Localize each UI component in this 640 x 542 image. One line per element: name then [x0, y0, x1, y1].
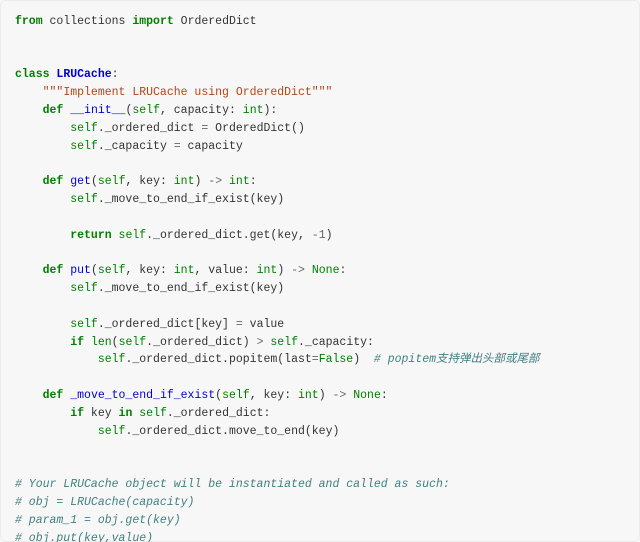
self: self [98, 353, 126, 366]
class-name: LRUCache [56, 68, 111, 81]
kw-def: def [43, 104, 64, 117]
kw-if: if [70, 336, 84, 349]
fn-get: get [70, 175, 91, 188]
bi-len: len [91, 336, 112, 349]
num: 1 [319, 229, 326, 242]
line: def _move_to_end_if_exist(self, key: int… [15, 389, 388, 402]
self: self [119, 336, 147, 349]
kw-def: def [43, 175, 64, 188]
type-int: int [174, 175, 195, 188]
line: from collections import OrderedDict [15, 15, 257, 28]
kw-def: def [43, 389, 64, 402]
line: # param_1 = obj.get(key) [15, 514, 181, 527]
comment: # param_1 = obj.get(key) [15, 514, 181, 527]
self: self [132, 104, 160, 117]
line: def __init__(self, capacity: int): [15, 104, 277, 117]
line: if key in self._ordered_dict: [15, 407, 270, 420]
kw-if: if [70, 407, 84, 420]
type-int: int [243, 104, 264, 117]
type-int: int [257, 264, 278, 277]
type-none: None [312, 264, 340, 277]
self: self [70, 282, 98, 295]
kw-import: import [132, 15, 173, 28]
fn-init: __init__ [70, 104, 125, 117]
line: return self._ordered_dict.get(key, -1) [15, 229, 333, 242]
kw-def: def [43, 264, 64, 277]
fn-put: put [70, 264, 91, 277]
line: def get(self, key: int) -> int: [15, 175, 257, 188]
bi-false: False [319, 353, 354, 366]
self: self [119, 229, 147, 242]
line: self._ordered_dict.popitem(last=False) #… [15, 353, 540, 366]
self: self [98, 175, 126, 188]
docstring: """Implement LRUCache using OrderedDict"… [43, 86, 333, 99]
self: self [98, 425, 126, 438]
comment: # Your LRUCache object will be instantia… [15, 478, 450, 491]
import-name: OrderedDict [181, 15, 257, 28]
line: if len(self._ordered_dict) > self._capac… [15, 336, 374, 349]
line: self._ordered_dict[key] = value [15, 318, 284, 331]
comment: # obj.put(key,value) [15, 532, 153, 542]
comment: # obj = LRUCache(capacity) [15, 496, 194, 509]
type-int: int [174, 264, 195, 277]
kw-class: class [15, 68, 50, 81]
comment: # popitem支持弹出头部或尾部 [374, 353, 540, 366]
module-name: collections [50, 15, 126, 28]
self: self [139, 407, 167, 420]
kw-return: return [70, 229, 111, 242]
line: # obj = LRUCache(capacity) [15, 496, 194, 509]
type-none: None [353, 389, 381, 402]
line: """Implement LRUCache using OrderedDict"… [15, 86, 332, 99]
line: # Your LRUCache object will be instantia… [15, 478, 450, 491]
line: self._move_to_end_if_exist(key) [15, 282, 284, 295]
kw-in: in [119, 407, 133, 420]
self: self [70, 318, 98, 331]
kw-from: from [15, 15, 43, 28]
type-int: int [229, 175, 250, 188]
line: self._ordered_dict.move_to_end(key) [15, 425, 339, 438]
line: self._capacity = capacity [15, 140, 243, 153]
type-int: int [298, 389, 319, 402]
line: class LRUCache: [15, 68, 119, 81]
fn-move: _move_to_end_if_exist [70, 389, 215, 402]
self: self [98, 264, 126, 277]
line: # obj.put(key,value) [15, 532, 153, 542]
line: def put(self, key: int, value: int) -> N… [15, 264, 346, 277]
line: self._move_to_end_if_exist(key) [15, 193, 284, 206]
self: self [222, 389, 250, 402]
self: self [70, 122, 98, 135]
line: self._ordered_dict = OrderedDict() [15, 122, 305, 135]
code-block: from collections import OrderedDict clas… [15, 13, 625, 542]
self: self [70, 193, 98, 206]
self: self [270, 336, 298, 349]
self: self [70, 140, 98, 153]
